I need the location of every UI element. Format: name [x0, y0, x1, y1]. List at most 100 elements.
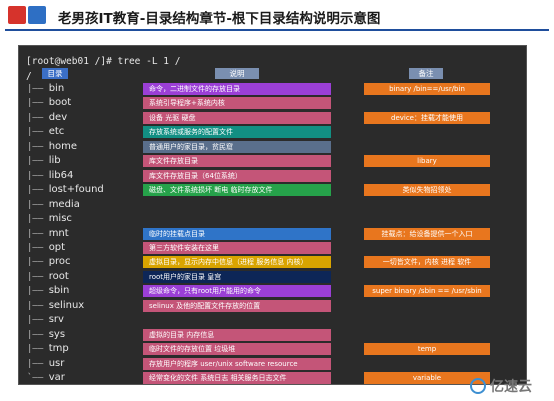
- note-bar: libary: [364, 155, 490, 168]
- directory-row: |—— sbin: [27, 284, 69, 298]
- command-line: [root@web01 /]# tree -L 1 /: [26, 56, 181, 67]
- logo-square-icon: [8, 6, 26, 24]
- page-title: 老男孩IT教育-目录结构章节-根下目录结构说明示意图: [58, 11, 381, 27]
- tree-branch: |——: [27, 286, 49, 297]
- tree-branch: |——: [27, 257, 49, 268]
- header-directory: 目录: [42, 68, 68, 79]
- note-bar: super binary /sbin == /usr/sbin: [364, 285, 490, 298]
- directory-row: |—— tmp: [27, 342, 69, 356]
- description-bar: 库文件存放目录（64位系统）: [143, 169, 331, 182]
- logo: [6, 4, 50, 26]
- description-bar: 库文件存放目录: [143, 155, 331, 168]
- directory-name: proc: [48, 256, 71, 268]
- description-bar: 虚拟的目录 内存信息: [143, 328, 331, 341]
- directory-row: |—— boot: [27, 96, 71, 110]
- tree-branch: |——: [27, 112, 49, 123]
- description-bar: 第三方软件安装在这里: [143, 241, 331, 254]
- description-bar: 系统引导程序+系统内核: [143, 97, 331, 110]
- directory-row: |—— selinux: [27, 299, 84, 313]
- directory-row: |—— dev: [27, 111, 67, 125]
- directory-row: |—— misc: [27, 212, 72, 226]
- description-bar: 普通用户的家目录，贫民窟: [143, 140, 331, 153]
- note-bar: device：挂载才能使用: [364, 111, 490, 124]
- directory-name: sbin: [48, 285, 70, 297]
- directory-row: |—— lib64: [27, 169, 73, 183]
- description-bar: 超级命令，只有root用户能用的命令: [143, 285, 331, 298]
- tree-branch: |——: [27, 84, 49, 94]
- directory-name: sys: [48, 328, 66, 340]
- tree-branch: |——: [27, 358, 49, 369]
- tree-branch: |——: [27, 271, 49, 282]
- tree-branch: |——: [27, 300, 49, 311]
- directory-name: opt: [48, 241, 66, 253]
- directory-name: lib: [48, 155, 61, 167]
- tree-branch: |——: [27, 242, 49, 253]
- directory-name: srv: [48, 314, 64, 326]
- note-bar: binary /bin==/usr/bin: [364, 83, 490, 95]
- directory-row: |—— lost+found: [27, 183, 104, 197]
- directory-row: |—— root: [27, 270, 69, 284]
- tree-branch: |——: [27, 214, 49, 225]
- tree-branch: |——: [27, 141, 49, 152]
- description-bar: 虚拟目录，显示内存中信息（进程 服务信息 内核）: [143, 256, 331, 269]
- directory-name: usr: [48, 357, 65, 369]
- description-bar: 设备 光驱 硬盘: [143, 111, 331, 124]
- directory-row: |—— opt: [27, 241, 65, 255]
- directory-name: root: [48, 270, 69, 282]
- tree-branch: |——: [27, 315, 49, 326]
- tree-branch: |——: [27, 329, 49, 340]
- note-bar: 一切皆文件，内核 进程 软件: [364, 256, 490, 269]
- directory-name: lost+found: [48, 184, 104, 196]
- diagram-board: [root@web01 /]# tree -L 1 / / 目录 说明 备注 |…: [18, 45, 527, 385]
- directory-row: |—— media: [27, 198, 80, 212]
- header-description: 说明: [215, 68, 259, 79]
- tree-branch: |——: [27, 170, 49, 181]
- directory-name: bin: [48, 83, 65, 94]
- directory-row: |—— mnt: [27, 227, 69, 241]
- description-bar: 临时文件的存放位置 垃圾堆: [143, 343, 331, 356]
- header-note: 备注: [409, 68, 443, 79]
- directory-name: var: [48, 372, 65, 383]
- logo-square-icon: [28, 6, 46, 24]
- directory-name: mnt: [48, 227, 69, 239]
- root-directory: /: [26, 71, 32, 82]
- directory-row: |—— lib: [27, 154, 61, 168]
- directory-row: |—— proc: [27, 255, 71, 269]
- directory-row: |—— home: [27, 140, 77, 154]
- directory-name: misc: [48, 213, 72, 225]
- directory-row: |—— srv: [27, 313, 64, 327]
- directory-name: boot: [48, 97, 72, 109]
- directory-name: etc: [48, 126, 65, 138]
- description-bar: root用户的家目录 皇宫: [143, 270, 331, 283]
- directory-row: `—— var: [27, 371, 65, 385]
- description-bar: 经常变化的文件 系统日志 相关服务日志文件: [143, 372, 331, 384]
- note-bar: 类似失物招领处: [364, 184, 490, 197]
- description-bar: 磁盘、文件系统损坏 断电 临时存放文件: [143, 184, 331, 197]
- watermark: 亿速云: [470, 377, 532, 395]
- title-divider: [5, 29, 549, 31]
- directory-row: |—— bin: [27, 82, 64, 96]
- tree-branch: `——: [27, 373, 49, 383]
- description-bar: selinux 及他的配置文件存放的位置: [143, 299, 331, 312]
- note-bar: temp: [364, 343, 490, 356]
- directory-name: tmp: [48, 343, 69, 355]
- directory-name: home: [48, 140, 78, 152]
- directory-name: dev: [48, 111, 68, 123]
- directory-row: |—— sys: [27, 328, 65, 342]
- description-bar: 临时的挂载点目录: [143, 227, 331, 240]
- tree-branch: |——: [27, 228, 49, 239]
- directory-row: |—— etc: [27, 125, 64, 139]
- directory-name: media: [48, 198, 80, 210]
- tree-branch: |——: [27, 98, 49, 109]
- tree-branch: |——: [27, 127, 49, 138]
- description-bar: 存放用户的程序 user/unix software resource: [143, 357, 331, 370]
- tree-branch: |——: [27, 185, 49, 196]
- description-bar: 存放系统或服务的配置文件: [143, 126, 331, 139]
- cloud-logo-icon: [470, 378, 486, 394]
- watermark-text: 亿速云: [490, 379, 532, 395]
- description-bar: 命令，二进制文件的存放目录: [143, 83, 331, 95]
- tree-branch: |——: [27, 199, 49, 210]
- tree-branch: |——: [27, 344, 49, 355]
- directory-name: lib64: [48, 169, 74, 181]
- directory-name: selinux: [48, 299, 85, 311]
